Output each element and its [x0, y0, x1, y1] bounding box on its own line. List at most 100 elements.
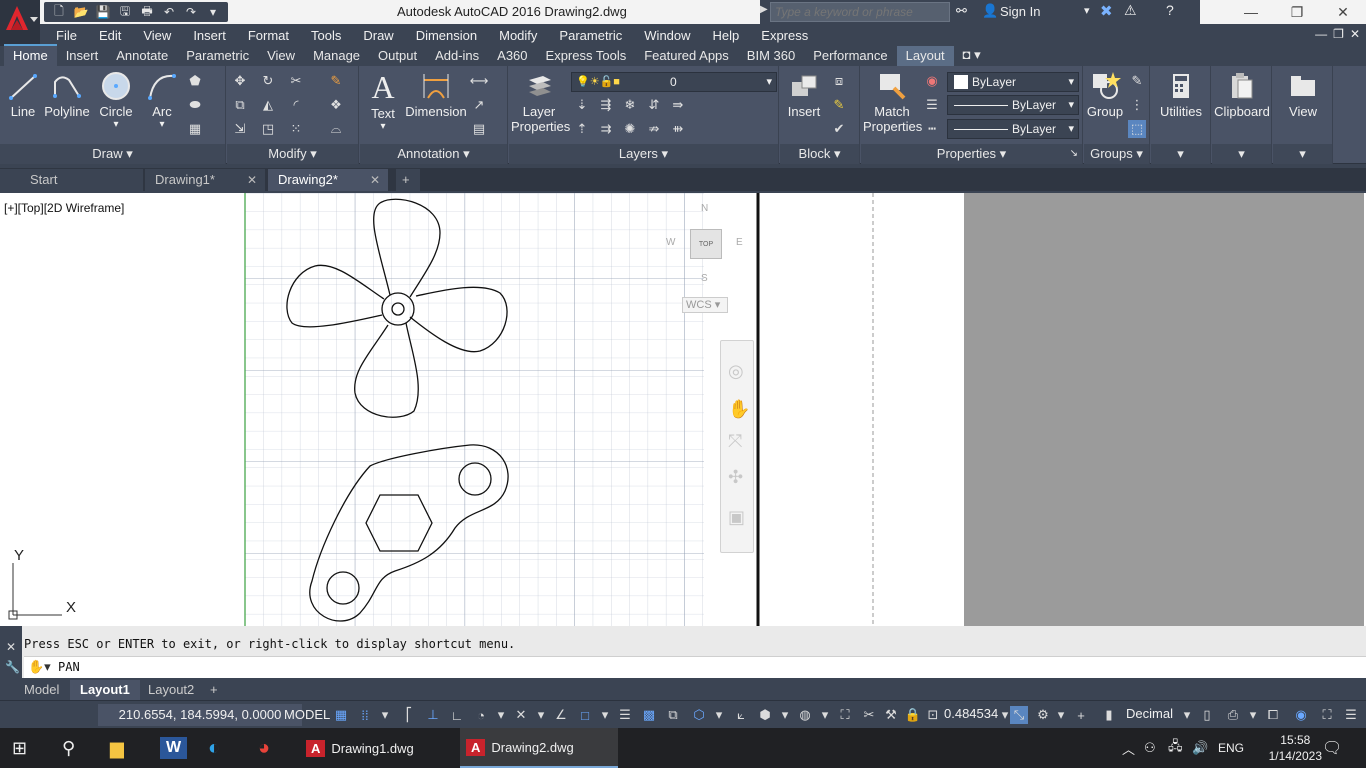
modify-panel-title[interactable]: Modify ▾ — [227, 144, 358, 164]
group-edit-icon[interactable]: ⋮ — [1128, 96, 1146, 114]
customization-menu-icon[interactable]: ☰ — [1342, 706, 1360, 724]
help-icon[interactable]: ? — [1166, 2, 1174, 18]
annotation-scale-icon[interactable]: ✂ — [860, 706, 878, 724]
word-icon[interactable]: W — [160, 728, 188, 768]
clean-screen-toggle-icon[interactable]: ⧠ — [1264, 706, 1282, 724]
layer-current-icon[interactable]: ⇡ — [573, 120, 591, 138]
taskbar-clock[interactable]: 15:58 1/14/2023 — [1269, 732, 1322, 764]
tab-manage[interactable]: Manage — [304, 46, 369, 66]
language-indicator[interactable]: ENG — [1218, 728, 1244, 768]
group-selection-icon[interactable]: ⬚ — [1128, 120, 1146, 138]
color-wheel-icon[interactable]: ◉ — [923, 72, 941, 90]
layout-tab-layout2[interactable]: Layout2 — [138, 680, 204, 700]
quick-view-icon[interactable]: ▯ — [1198, 706, 1216, 724]
save-as-icon[interactable]: 🖫 — [116, 3, 134, 21]
annotation-visibility-icon[interactable]: ⚒ — [882, 706, 900, 724]
edit-attributes-icon[interactable]: ✔ — [830, 120, 848, 138]
tab-bim-360[interactable]: BIM 360 — [738, 46, 804, 66]
layer-isolate-icon[interactable]: ⇶ — [597, 96, 615, 114]
viewcube-top[interactable]: TOP — [690, 229, 722, 259]
explode-icon[interactable]: ❖ — [327, 96, 345, 114]
tab-a360[interactable]: A360 — [488, 46, 536, 66]
array-icon[interactable]: ⁙ — [287, 120, 305, 138]
fillet-icon[interactable]: ◜ — [287, 96, 305, 114]
close-tab-icon[interactable]: ✕ — [247, 169, 257, 191]
menu-edit[interactable]: Edit — [88, 28, 132, 43]
linetype-icon[interactable]: ┅ — [923, 120, 941, 138]
line-button[interactable]: Line — [6, 70, 40, 119]
object-snap-icon[interactable]: □ — [576, 706, 594, 724]
object-snap-tracking-icon[interactable]: ∠ — [552, 706, 570, 724]
wcs-dropdown[interactable]: WCS ▾ — [682, 297, 728, 313]
arc-dropdown-icon[interactable]: ▾ — [142, 119, 182, 130]
layer-walk-icon[interactable]: ⇉ — [597, 120, 615, 138]
pan-hand-icon[interactable]: ✋▾ — [28, 659, 51, 675]
network-icon[interactable]: 🖧 — [1168, 728, 1183, 768]
draw-panel-title[interactable]: Draw ▾ — [0, 144, 225, 164]
properties-panel-title[interactable]: Properties ▾ ↘ — [861, 144, 1082, 164]
meet-now-icon[interactable]: ⚇ — [1144, 728, 1156, 768]
drawing-area[interactable]: [+][Top][2D Wireframe] Y X N W E S TOP W… — [0, 193, 1366, 626]
dynamic-ucs-icon[interactable]: ⟀ — [732, 706, 750, 724]
workspace-gear-icon[interactable]: ⚙ — [1034, 706, 1052, 724]
menu-modify[interactable]: Modify — [488, 28, 548, 43]
isodraft-dropdown-icon[interactable]: ▾ — [532, 706, 550, 724]
trim-icon[interactable]: ✂ — [287, 72, 305, 90]
object-snap-dropdown-icon[interactable]: ▾ — [596, 706, 614, 724]
expand-arrow-icon[interactable]: ▶ — [760, 4, 768, 15]
doc-minimize-icon[interactable]: — — [1315, 27, 1327, 41]
utilities-dropdown-icon[interactable]: ▾ — [1151, 144, 1210, 164]
panel-launcher-icon[interactable]: ↘ — [1070, 144, 1078, 164]
file-explorer-icon[interactable]: ▆ — [110, 728, 124, 768]
new-icon[interactable]: 🗋 — [50, 3, 68, 21]
create-block-icon[interactable]: ⧈ — [830, 72, 848, 90]
model-space-button[interactable]: MODEL — [284, 704, 330, 726]
qat-dropdown-icon[interactable]: ▾ — [204, 3, 222, 21]
doc-restore-icon[interactable]: ❐ — [1333, 27, 1344, 41]
ortho-icon[interactable]: ∟ — [448, 706, 466, 724]
binoculars-icon[interactable]: ⚯ — [956, 3, 967, 19]
search-icon[interactable]: ⚲ — [62, 728, 75, 768]
hatch-icon[interactable]: ▦ — [186, 120, 204, 138]
menu-help[interactable]: Help — [702, 28, 751, 43]
arc-button[interactable]: Arc ▾ — [142, 70, 182, 130]
lineweight-dropdown[interactable]: ByLayer — [947, 119, 1079, 139]
text-button[interactable]: A Text ▾ — [366, 70, 400, 132]
tab-express-tools[interactable]: Express Tools — [537, 46, 636, 66]
block-panel-title[interactable]: Block ▾ — [780, 144, 859, 164]
menu-format[interactable]: Format — [237, 28, 300, 43]
undo-icon[interactable]: ↶ — [160, 3, 178, 21]
annotation-monitor-icon[interactable]: ◍ — [796, 706, 814, 724]
circle-button[interactable]: Circle ▾ — [96, 70, 136, 130]
layer-unlock-icon[interactable]: ⇏ — [645, 120, 663, 138]
tab-insert[interactable]: Insert — [57, 46, 108, 66]
hardware-dropdown-icon[interactable]: ▾ — [1244, 706, 1262, 724]
search-input[interactable] — [770, 2, 950, 22]
hardware-acceleration-icon[interactable]: ⎙ — [1224, 706, 1242, 724]
notifications-icon[interactable]: 🗨 — [1322, 728, 1342, 768]
infer-constraints-icon[interactable]: ⎡ — [400, 706, 418, 724]
doc-close-icon[interactable]: ✕ — [1350, 27, 1360, 41]
mirror-icon[interactable]: ◭ — [259, 96, 277, 114]
tab-parametric[interactable]: Parametric — [177, 46, 258, 66]
tab-output[interactable]: Output — [369, 46, 426, 66]
viewport-scale-icon[interactable]: ⊡ — [924, 706, 942, 724]
workspace-dropdown-icon[interactable]: ▾ — [1052, 706, 1070, 724]
units-dropdown-icon[interactable]: ▾ — [1178, 706, 1196, 724]
layer-properties-button[interactable]: Layer Properties — [511, 70, 570, 134]
layer-thaw-icon[interactable]: ✺ — [621, 120, 639, 138]
clipboard-button[interactable]: Clipboard — [1214, 70, 1270, 119]
move-icon[interactable]: ✥ — [231, 72, 249, 90]
clean-screen-icon[interactable]: ⛶ — [1318, 706, 1336, 724]
steering-wheel-icon[interactable]: ◎ — [728, 361, 744, 382]
compass-s[interactable]: S — [701, 273, 708, 284]
menu-tools[interactable]: Tools — [300, 28, 352, 43]
lock-ui-icon[interactable]: 🔒 — [904, 706, 922, 724]
layer-off-icon[interactable]: ⇣ — [573, 96, 591, 114]
edit-block-icon[interactable]: ✎ — [830, 96, 848, 114]
layout-tab-model[interactable]: Model — [14, 680, 69, 700]
annotation-add-icon[interactable]: + — [1072, 706, 1090, 724]
menu-insert[interactable]: Insert — [182, 28, 237, 43]
polyline-button[interactable]: Polyline — [42, 70, 92, 119]
ungroup-icon[interactable]: ✎ — [1128, 72, 1146, 90]
